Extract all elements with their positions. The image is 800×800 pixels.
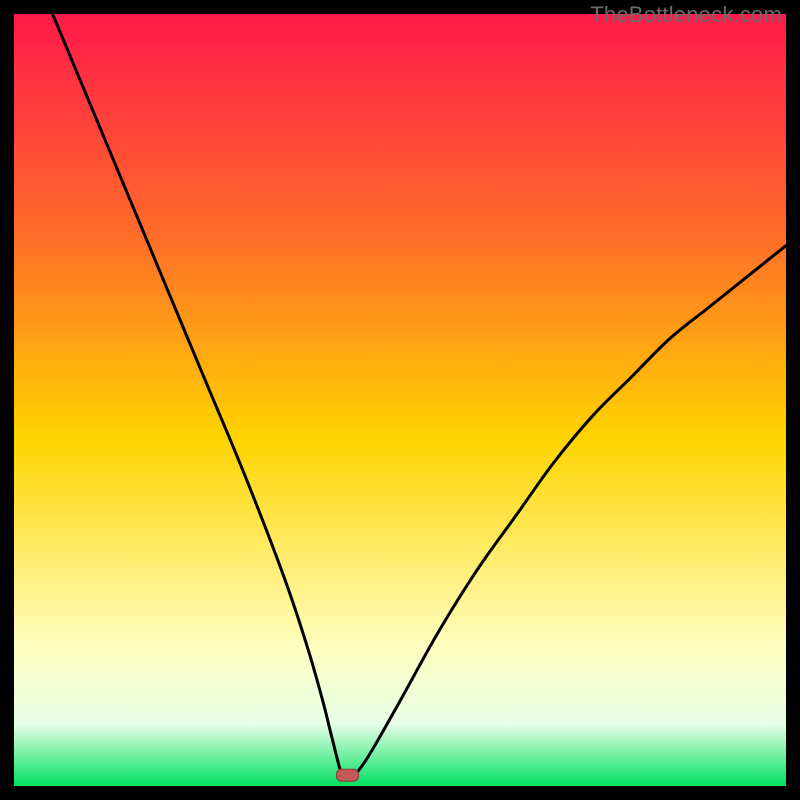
watermark-text: TheBottleneck.com bbox=[590, 2, 782, 28]
bottleneck-chart bbox=[14, 14, 786, 786]
gradient-background bbox=[14, 14, 786, 786]
optimal-marker bbox=[337, 769, 359, 781]
plot-frame bbox=[14, 14, 786, 786]
